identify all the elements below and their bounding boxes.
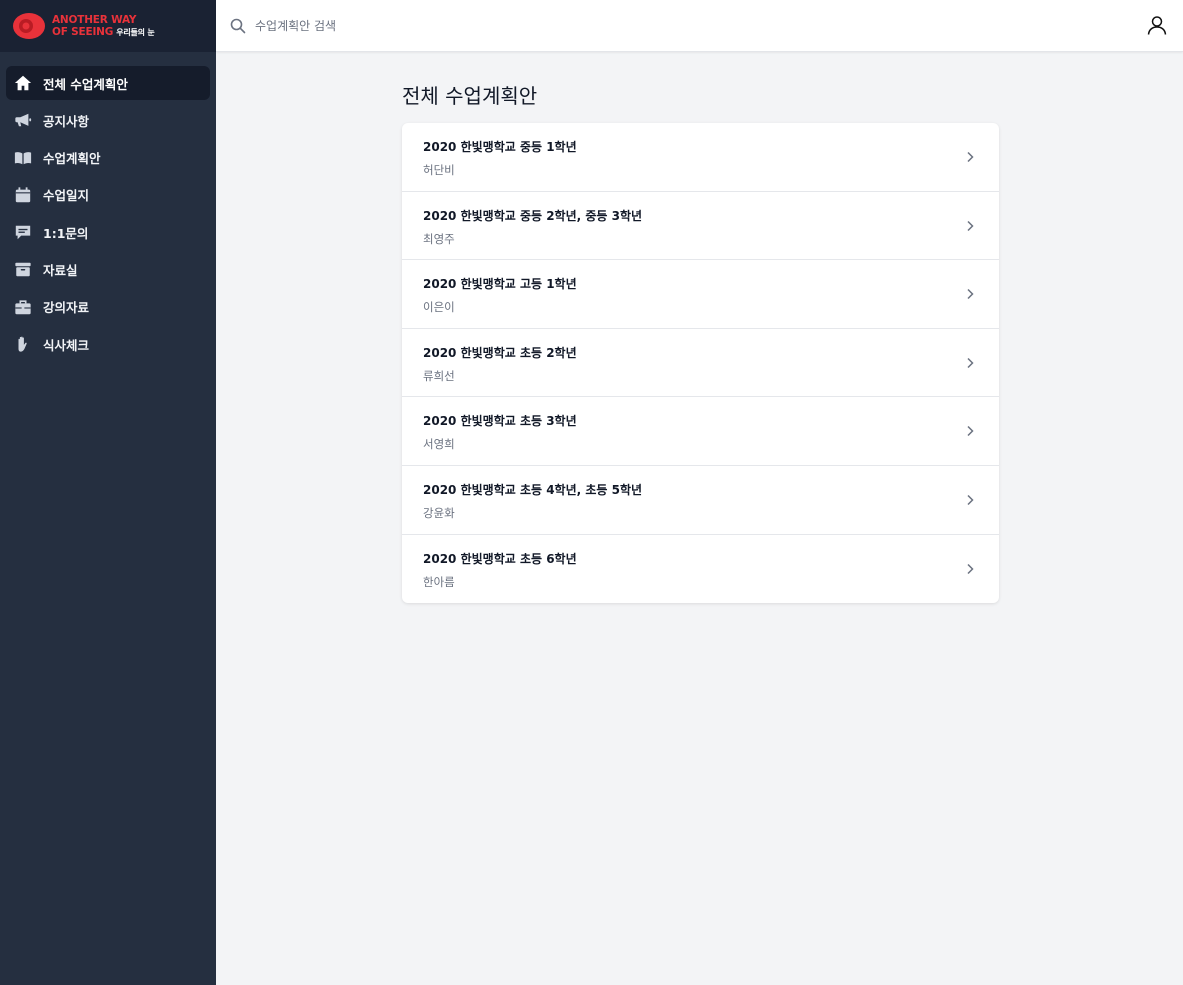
list-item-teacher: 최영주 xyxy=(423,231,455,246)
sidebar-item-notices[interactable]: 공지사항 xyxy=(6,103,210,137)
briefcase-icon xyxy=(14,298,32,316)
search-input[interactable] xyxy=(255,18,855,33)
list-item-teacher: 류희선 xyxy=(423,368,455,383)
list-item[interactable]: 2020 한빛맹학교 중등 2학년, 중등 3학년 최영주 xyxy=(402,192,999,261)
sidebar-item-label: 전체 수업계획안 xyxy=(43,76,128,92)
list-item-title: 2020 한빛맹학교 중등 1학년 xyxy=(423,140,577,154)
sidebar: ANOTHER WAY OF SEEING 우리들의 눈 전체 수업계획안 공지사… xyxy=(0,0,216,985)
top-bar xyxy=(216,0,1183,52)
list-item[interactable]: 2020 한빛맹학교 초등 4학년, 초등 5학년 강윤화 xyxy=(402,466,999,535)
sidebar-item-all-lesson-plans[interactable]: 전체 수업계획안 xyxy=(6,66,210,100)
list-item[interactable]: 2020 한빛맹학교 초등 6학년 한아름 xyxy=(402,535,999,604)
sidebar-item-label: 식사체크 xyxy=(43,337,90,353)
list-item-title: 2020 한빛맹학교 초등 4학년, 초등 5학년 xyxy=(423,482,643,497)
megaphone-icon xyxy=(14,111,32,129)
page-title: 전체 수업계획안 xyxy=(402,84,538,108)
sidebar-item-inquiry[interactable]: 1:1문의 xyxy=(6,215,210,249)
chevron-right-icon xyxy=(967,426,974,437)
brand-korean: 우리들의 눈 xyxy=(116,27,155,37)
user-account-icon[interactable] xyxy=(1147,15,1167,35)
calendar-icon xyxy=(14,186,32,204)
eye-logo-icon xyxy=(13,13,45,39)
sidebar-item-label: 수업계획안 xyxy=(43,151,101,167)
sidebar-item-label: 공지사항 xyxy=(43,113,90,129)
sidebar-item-meal-check[interactable]: 식사체크 xyxy=(6,327,210,361)
list-item-teacher: 한아름 xyxy=(423,574,455,589)
sidebar-item-label: 자료실 xyxy=(43,262,78,278)
sidebar-nav: 전체 수업계획안 공지사항 수업계획안 수업일지 1:1문의 자료실 강의자료 … xyxy=(0,52,216,361)
sidebar-item-lesson-plans[interactable]: 수업계획안 xyxy=(6,141,210,175)
hand-icon xyxy=(14,335,32,353)
archive-icon xyxy=(14,260,32,278)
book-open-icon xyxy=(14,149,32,167)
list-item[interactable]: 2020 한빛맹학교 고등 1학년 이은이 xyxy=(402,260,999,329)
sidebar-item-label: 수업일지 xyxy=(43,188,90,204)
sidebar-item-lecture-materials[interactable]: 강의자료 xyxy=(6,290,210,324)
search-icon xyxy=(230,18,246,33)
list-item[interactable]: 2020 한빛맹학교 초등 3학년 서영희 xyxy=(402,397,999,466)
chevron-right-icon xyxy=(967,357,974,368)
list-item-title: 2020 한빛맹학교 고등 1학년 xyxy=(423,277,577,292)
home-icon xyxy=(14,74,32,92)
sidebar-item-lesson-logs[interactable]: 수업일지 xyxy=(6,178,210,212)
list-item-title: 2020 한빛맹학교 초등 3학년 xyxy=(423,414,577,429)
list-item-teacher: 강윤화 xyxy=(423,505,455,520)
list-item-title: 2020 한빛맹학교 초등 6학년 xyxy=(423,551,577,566)
lesson-plan-list: 2020 한빛맹학교 중등 1학년 허단비 2020 한빛맹학교 중등 2학년,… xyxy=(402,123,999,604)
chevron-right-icon xyxy=(967,494,974,505)
brand-logo[interactable]: ANOTHER WAY OF SEEING 우리들의 눈 xyxy=(0,0,216,52)
chat-icon xyxy=(14,223,32,241)
list-item[interactable]: 2020 한빛맹학교 초등 2학년 류희선 xyxy=(402,329,999,398)
chevron-right-icon xyxy=(967,563,974,574)
chevron-right-icon xyxy=(967,289,974,300)
brand-line2: OF SEEING xyxy=(52,25,114,38)
sidebar-item-label: 강의자료 xyxy=(43,300,90,316)
list-item[interactable]: 2020 한빛맹학교 중등 1학년 허단비 xyxy=(402,123,999,192)
sidebar-item-label: 1:1문의 xyxy=(43,225,89,241)
chevron-right-icon xyxy=(967,151,974,163)
sidebar-item-archive[interactable]: 자료실 xyxy=(6,252,210,286)
list-item-teacher: 이은이 xyxy=(423,300,455,315)
brand-line1: ANOTHER WAY xyxy=(52,13,137,26)
list-item-teacher: 서영희 xyxy=(423,437,455,452)
list-item-title: 2020 한빛맹학교 중등 2학년, 중등 3학년 xyxy=(423,208,643,223)
chevron-right-icon xyxy=(967,220,974,231)
list-item-teacher: 허단비 xyxy=(423,163,455,177)
list-item-title: 2020 한빛맹학교 초등 2학년 xyxy=(423,345,577,360)
